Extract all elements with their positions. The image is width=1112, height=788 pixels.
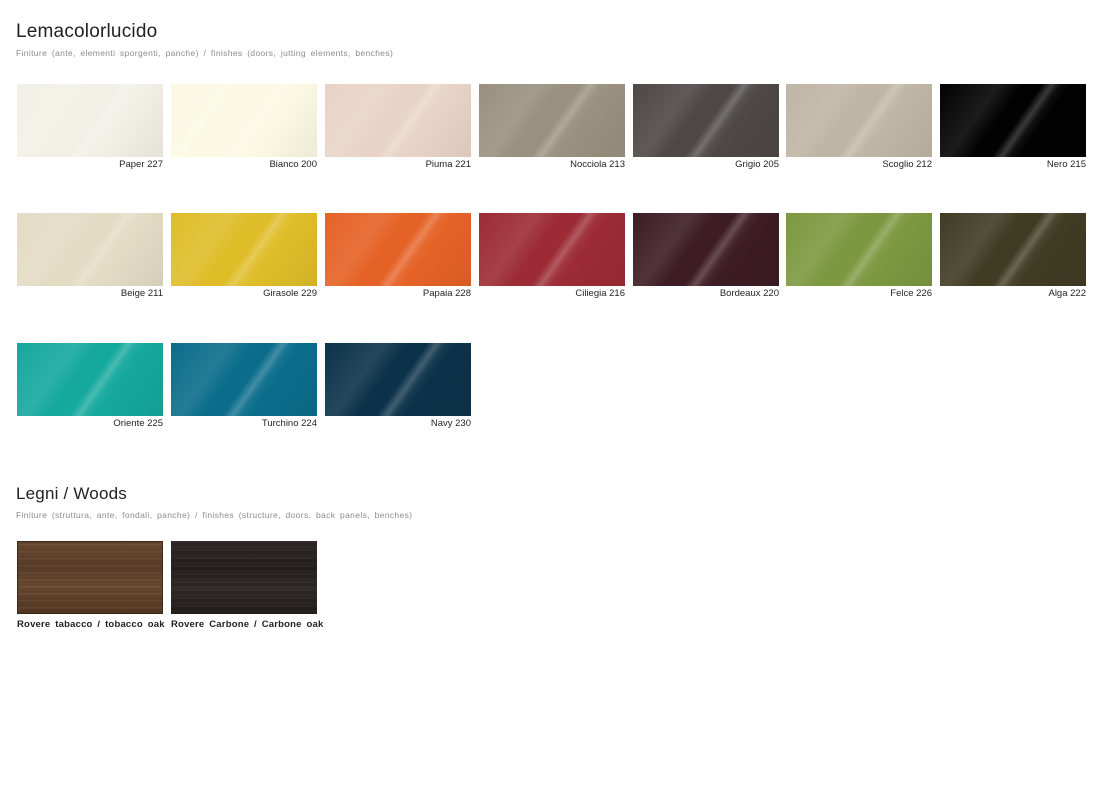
swatch-navy-230: Navy 230 [325,343,471,430]
swatch-label: Alga 222 [1048,288,1086,299]
swatch-chip [17,213,163,286]
swatch-scoglio-212: Scoglio 212 [786,84,932,171]
swatch-alga-222: Alga 222 [940,213,1086,300]
wood-label: Rovere Carbone / Carbone oak [171,619,324,630]
swatch-papaia-228: Papaia 228 [325,213,471,300]
wood-chip [171,541,317,614]
swatch-beige-211: Beige 211 [17,213,163,300]
swatch-label: Girasole 229 [263,288,317,299]
swatch-label: Felce 226 [890,288,932,299]
swatch-girasole-229: Girasole 229 [171,213,317,300]
swatch-label: Bordeaux 220 [719,288,779,299]
swatch-paper-227: Paper 227 [17,84,163,171]
swatch-label: Turchino 224 [261,418,317,429]
swatch-rovere-tabacco: Rovere tabacco / tobacco oak [17,541,165,636]
lucido-section-subtitle: Finiture (ante, elementi sporgenti, panc… [16,48,394,58]
swatch-label: Scoglio 212 [882,159,932,170]
swatch-label: Nocciola 213 [570,159,625,170]
swatch-label: Bianco 200 [269,159,317,170]
swatch-chip [17,84,163,157]
swatch-label: Nero 215 [1046,159,1086,170]
swatch-chip [479,213,625,286]
swatch-chip [479,84,625,157]
swatch-label: Oriente 225 [113,418,163,429]
swatch-chip [940,213,1086,286]
swatch-label: Grigio 205 [735,159,779,170]
swatch-chip [786,84,932,157]
swatch-bianco-200: Bianco 200 [171,84,317,171]
swatch-chip [325,343,471,416]
swatch-bordeaux-220: Bordeaux 220 [633,213,779,300]
swatch-chip [171,213,317,286]
swatch-chip [325,84,471,157]
swatch-grigio-205: Grigio 205 [633,84,779,171]
swatch-ciliegia-216: Ciliegia 216 [479,213,625,300]
woods-section-title: Legni / Woods [16,484,127,503]
woods-section-subtitle: Finiture (struttura, ante, fondali, panc… [16,510,413,520]
swatch-rovere-carbone: Rovere Carbone / Carbone oak [171,541,324,636]
swatch-label: Ciliegia 216 [575,288,625,299]
swatch-chip [171,84,317,157]
swatch-chip [633,84,779,157]
swatch-nero-215: Nero 215 [940,84,1086,171]
lucido-swatch-grid: Paper 227 Bianco 200 Piuma 221 Nocciola … [17,84,1089,434]
swatch-chip [325,213,471,286]
swatch-oriente-225: Oriente 225 [17,343,163,430]
swatch-piuma-221: Piuma 221 [325,84,471,171]
lucido-section-title: Lemacolorlucido [16,21,158,42]
swatch-chip [940,84,1086,157]
swatch-turchino-224: Turchino 224 [171,343,317,430]
wood-label: Rovere tabacco / tobacco oak [17,619,165,630]
wood-chip [17,541,163,614]
swatch-chip [17,343,163,416]
woods-swatch-grid: Rovere tabacco / tobacco oak Rovere Carb… [17,541,327,636]
swatch-felce-226: Felce 226 [786,213,932,300]
swatch-chip [171,343,317,416]
swatch-nocciola-213: Nocciola 213 [479,84,625,171]
swatch-chip [633,213,779,286]
swatch-label: Piuma 221 [425,159,471,170]
swatch-label: Paper 227 [119,159,163,170]
swatch-label: Beige 211 [120,288,163,299]
swatch-chip [786,213,932,286]
swatch-label: Papaia 228 [422,288,471,299]
swatch-label: Navy 230 [430,418,471,429]
